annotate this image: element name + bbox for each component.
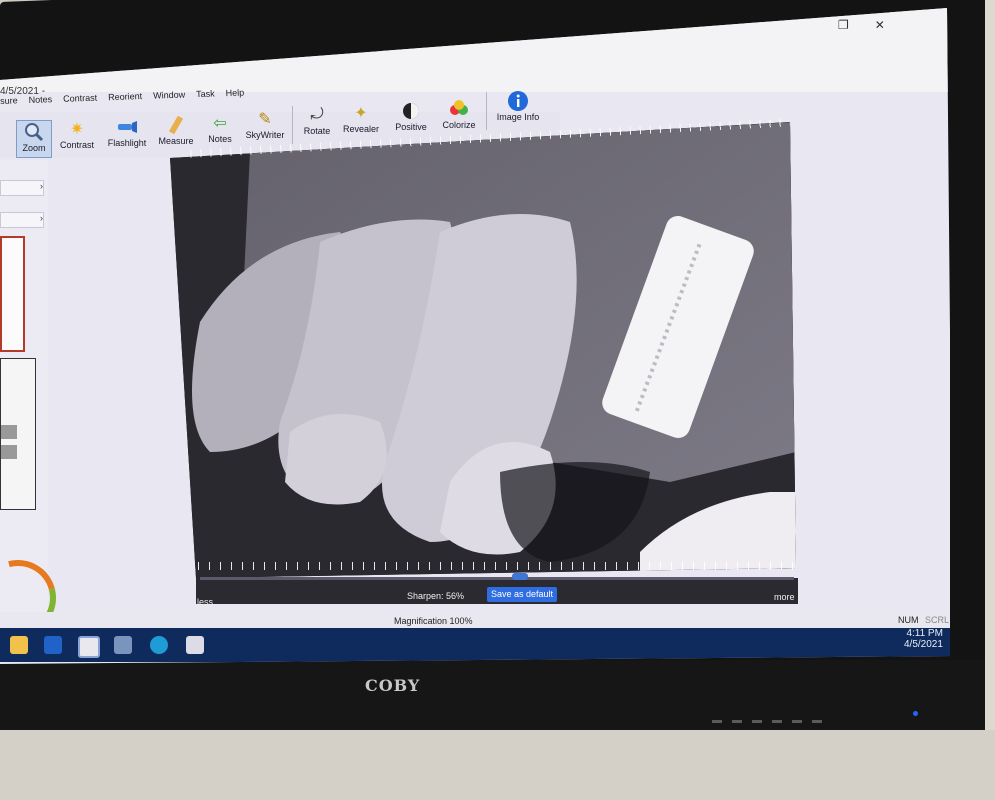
image-info-tool[interactable]: Image Info bbox=[494, 90, 542, 122]
thumbnail-bar bbox=[1, 445, 17, 459]
zoom-tool[interactable]: Zoom bbox=[16, 120, 52, 158]
power-led bbox=[913, 711, 918, 716]
outlook-icon[interactable] bbox=[44, 636, 62, 654]
restore-button[interactable]: ❐ bbox=[838, 18, 849, 32]
menu-reorient[interactable]: Reorient bbox=[108, 91, 142, 102]
xray-viewer[interactable] bbox=[170, 118, 796, 578]
menu-measure[interactable]: sure bbox=[0, 95, 18, 106]
zoom-label: Zoom bbox=[22, 143, 46, 153]
edge-browser-icon[interactable] bbox=[150, 636, 168, 654]
menu-task[interactable]: Task bbox=[196, 89, 215, 100]
thumbnail-bar bbox=[1, 425, 17, 439]
monitor-button bbox=[772, 720, 782, 723]
menu-notes[interactable]: Notes bbox=[28, 94, 52, 105]
magnification-status: Magnification 100% bbox=[394, 616, 473, 626]
magnifier-icon bbox=[23, 121, 45, 143]
monitor-screen: 4/5/2021 - ❐ ✕ sure Notes Contrast Reori… bbox=[0, 8, 950, 664]
clock-time: 4:11 PM bbox=[906, 628, 943, 639]
image-thumbnail[interactable] bbox=[0, 358, 36, 510]
file-explorer-icon[interactable] bbox=[10, 636, 28, 654]
chevron-right-icon: › bbox=[40, 213, 43, 223]
menu-window[interactable]: Window bbox=[153, 90, 185, 101]
chevron-right-icon: › bbox=[40, 181, 43, 191]
menu-contrast[interactable]: Contrast bbox=[63, 93, 97, 104]
info-icon bbox=[507, 90, 529, 112]
image-info-label: Image Info bbox=[496, 112, 540, 122]
flashlight-label: Flashlight bbox=[107, 138, 147, 148]
status-bar: Magnification 100% NUM SCRL bbox=[0, 612, 950, 628]
monitor-button bbox=[812, 720, 822, 723]
monitor-buttons bbox=[712, 720, 852, 726]
taskbar-clock: 4:11 PM 4/5/2021 bbox=[904, 628, 943, 650]
monitor-button bbox=[752, 720, 762, 723]
sharpen-slider-thumb[interactable] bbox=[512, 573, 528, 580]
imaging-app-icon[interactable] bbox=[186, 636, 204, 654]
monitor-brand-logo: COBY bbox=[365, 676, 421, 695]
monitor-button bbox=[792, 720, 802, 723]
sharpen-more-label: more bbox=[774, 592, 795, 602]
image-thumbnail-selected[interactable] bbox=[0, 236, 25, 352]
monitor-button bbox=[712, 720, 722, 723]
sun-icon: ✷ bbox=[70, 121, 84, 138]
side-panel-expander[interactable]: › bbox=[0, 212, 44, 228]
window-controls: ❐ ✕ bbox=[838, 18, 885, 32]
taskbar bbox=[0, 628, 950, 662]
save-as-default-button[interactable]: Save as default bbox=[487, 587, 557, 602]
menu-help[interactable]: Help bbox=[225, 87, 244, 98]
color-dots-icon bbox=[448, 98, 470, 120]
sharpen-less-label: less bbox=[197, 597, 214, 607]
side-panel-expander[interactable]: › bbox=[0, 180, 44, 196]
network-app-icon[interactable] bbox=[114, 636, 132, 654]
contrast-tool[interactable]: ✷ Contrast bbox=[60, 118, 94, 150]
num-lock-indicator: NUM bbox=[898, 615, 919, 625]
monitor-button bbox=[732, 720, 742, 723]
scroll-lock-indicator: SCRL bbox=[925, 615, 950, 625]
sharpen-slider-track[interactable] bbox=[200, 577, 794, 580]
clock-date: 4/5/2021 bbox=[904, 639, 943, 650]
wall-lower bbox=[0, 730, 995, 800]
half-circle-icon bbox=[400, 100, 422, 122]
contrast-label: Contrast bbox=[60, 140, 95, 150]
xray-app-icon[interactable] bbox=[78, 636, 100, 658]
flashlight-tool[interactable]: Flashlight bbox=[106, 116, 148, 148]
xray-graphic bbox=[170, 122, 796, 578]
close-button[interactable]: ✕ bbox=[875, 18, 885, 32]
ruler-bottom bbox=[198, 562, 794, 570]
sharpen-value-label: Sharpen: 56% bbox=[407, 591, 465, 601]
xray-image bbox=[170, 122, 796, 578]
wand-icon: ✦ bbox=[354, 105, 368, 122]
flashlight-icon bbox=[116, 116, 138, 138]
